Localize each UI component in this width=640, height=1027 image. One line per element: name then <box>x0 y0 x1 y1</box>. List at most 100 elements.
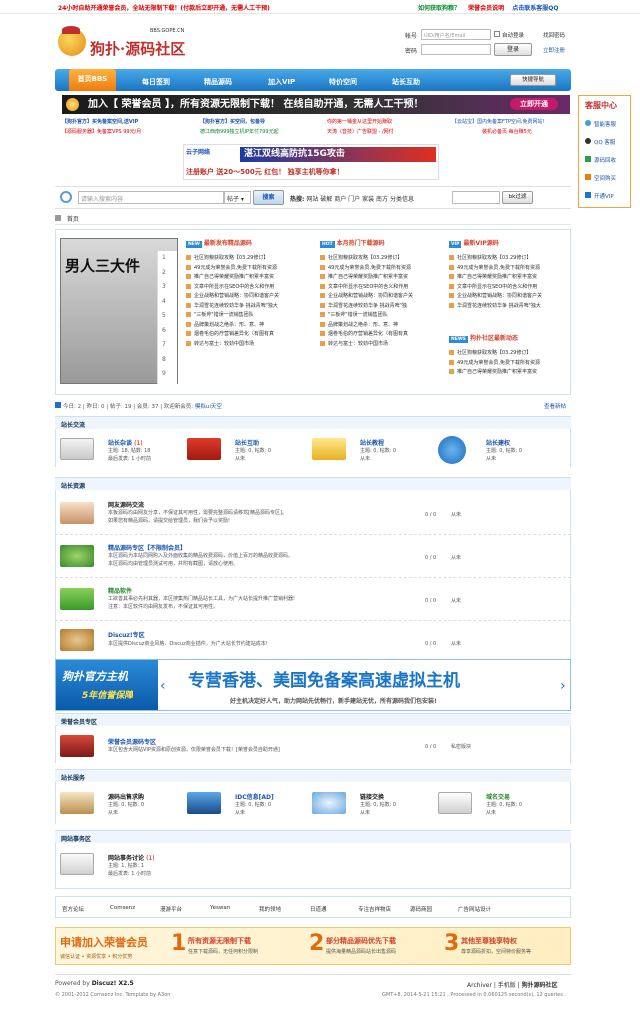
vip-banner[interactable]: 加入【 荣誉会员 】，所有资源无限制下载！ 在线自助开通，无需人工干预！ <box>62 95 570 114</box>
hot-link[interactable]: 商户 <box>334 196 346 203</box>
list-item[interactable]: 华润雪花连续较劲华争 挑战青啤"独大 <box>449 302 567 312</box>
list-item[interactable]: 企业战略和营销战略：协同和谐客户关 <box>449 292 567 302</box>
ad-link[interactable]: 天涛（音技）广告联盟 - /网付 <box>327 128 394 135</box>
ad-link[interactable]: 【源码服务器】免备案VPS 99元/月 <box>62 128 141 135</box>
hot-link[interactable]: 网站 <box>306 196 318 203</box>
list-item[interactable]: 转达与富士：较劲中国市场 <box>186 340 314 350</box>
list-item[interactable]: 社区狗粮获取攻略【03.29修订】 <box>186 254 314 264</box>
list-item[interactable]: 转达与富士：较劲中国市场 <box>320 340 442 350</box>
list-item[interactable]: 推广自己得荣耀奖励推广积累丰富资 <box>186 273 314 283</box>
hot-link[interactable]: 南方 <box>376 196 388 203</box>
section-header[interactable]: 站长资源 <box>55 477 571 490</box>
hot-link[interactable]: 分类信息 <box>390 196 414 203</box>
sidebar-item-recycle[interactable]: 源码回收 <box>585 156 616 164</box>
friend-link[interactable]: Yeswan <box>210 905 230 911</box>
list-item[interactable]: 社区狗粮获取攻略【03.29修订】 <box>320 254 442 264</box>
list-item[interactable]: 华润雪花连续较劲华争 挑战青啤"独 <box>320 302 442 312</box>
forum-title[interactable]: 精品源码专区【不限制会员】 <box>108 543 186 552</box>
list-item[interactable]: 文章中所显示在SEO中的含义和作用 <box>449 283 567 293</box>
hosting-ad[interactable]: 云子网络 湛江双线高防抗15G攻击 注册账户 送20～500元 红包！ 独享主机… <box>183 144 439 180</box>
login-button[interactable]: 登录 <box>494 43 532 56</box>
filter-button[interactable]: bk过滤 <box>502 191 533 204</box>
mobile-link[interactable]: 手机版 <box>498 982 516 989</box>
list-item[interactable]: 推广自己得荣耀奖励推广积累丰富资 <box>320 273 442 283</box>
list-item[interactable]: 品牌策划战之绝杀：形、意、神 <box>186 321 314 331</box>
sidebar-item-smart[interactable]: 智能客服 <box>585 120 616 128</box>
friend-link[interactable]: 日道通 <box>310 905 327 913</box>
ad-link[interactable]: 装机必备页 每台赚5元 <box>482 128 532 135</box>
list-item[interactable]: "三板斧"错误一流销售团队 <box>186 311 314 321</box>
vip-info-link[interactable]: 荣誉会员说明 <box>468 5 504 12</box>
ad-link[interactable]: 你的第一桶金从这里开始赚取 <box>327 118 392 125</box>
open-now-button[interactable]: 立即开通 <box>510 98 558 110</box>
ad-link[interactable]: 德江西南999独立机IP年付799元起 <box>200 128 279 135</box>
sidebar-item-qq[interactable]: QQ 客服 <box>585 138 615 146</box>
list-item[interactable]: 文章中所显示在SEO中的含义和作用 <box>186 283 314 293</box>
forum-title[interactable]: 域名交易 <box>486 792 510 801</box>
friend-link[interactable]: 漫游平台 <box>160 905 182 913</box>
hot-link[interactable]: 家装 <box>362 196 374 203</box>
new-posts-link[interactable]: 查看新帖 <box>544 402 566 410</box>
list-item[interactable]: 华润雪花连续较劲华争 挑战青啤"独大 <box>186 302 314 312</box>
archiver-link[interactable]: Archiver <box>467 982 492 989</box>
join-vip-banner[interactable]: 申请加入荣誉会员 诚信认证 • 资源优享 • 积分优势 1 所有资源无限制下载 … <box>55 927 571 965</box>
forgot-password-link[interactable]: 找回密码 <box>543 31 565 39</box>
register-link[interactable]: 立即注册 <box>543 46 565 54</box>
list-item[interactable]: 社区狗粮获取攻略【03.29修订】 <box>449 254 567 264</box>
breadcrumb-home[interactable]: 首页 <box>67 216 79 223</box>
list-item[interactable]: 49元成为荣誉会员,免费下载所有资源 <box>449 264 567 274</box>
list-item[interactable]: 文章中所显示在SEO中的含义和作用 <box>320 283 442 293</box>
forum-title[interactable]: 链接交换 <box>360 792 384 801</box>
nav-checkin[interactable]: 每日签到 <box>142 77 170 87</box>
nav-special[interactable]: 特价空间 <box>329 77 357 87</box>
list-item[interactable]: 烟卷毛伯的疗营销差异化（有图有真 <box>320 330 442 340</box>
list-item[interactable]: "三板斧"错误一流销售团队 <box>320 311 442 321</box>
list-item[interactable]: 49元成为荣誉会员,免费下载所有资源 <box>449 359 567 369</box>
prev-arrow-icon[interactable]: ‹ <box>160 678 168 694</box>
friend-link[interactable]: 我的领地 <box>259 905 281 913</box>
forum-title[interactable]: 站长互助 <box>235 438 259 447</box>
password-input[interactable] <box>421 44 491 55</box>
newest-member-link[interactable]: 模拟ui天空 <box>195 404 222 410</box>
section-header[interactable]: 荣誉会员专区 <box>55 713 571 726</box>
nav-source[interactable]: 精品源码 <box>204 77 232 87</box>
section-header[interactable]: 网站事务区 <box>55 830 571 843</box>
list-item[interactable]: 社区狗粮获取攻略【03.29修订】 <box>449 349 567 359</box>
list-item[interactable]: 推广自己得荣耀奖励推广积累丰富资 <box>449 273 567 283</box>
hot-link[interactable]: 门户 <box>348 196 360 203</box>
hot-link[interactable]: 破解 <box>320 196 332 203</box>
search-input[interactable]: 请输入搜索内容 <box>78 191 224 204</box>
section-header[interactable]: 站长服务 <box>55 769 571 782</box>
forum-title[interactable]: 站长建权 <box>486 438 510 447</box>
contact-qq-link[interactable]: 点击联系客服QQ <box>512 5 558 12</box>
friend-link[interactable]: 官方论坛 <box>62 905 84 913</box>
list-item[interactable]: 企业战略和营销战略：协同和谐客户关 <box>186 292 314 302</box>
forum-title[interactable]: Discuz!专区 <box>108 630 145 639</box>
friend-link[interactable]: 源码商园 <box>410 905 432 913</box>
nav-vip[interactable]: 加入VIP <box>268 77 295 87</box>
search-scope-select[interactable]: 帖子 ▾ <box>224 191 251 204</box>
forum-title[interactable]: 站长教程 <box>360 438 384 447</box>
forum-title[interactable]: IDC信息[AD] <box>235 792 274 801</box>
list-item[interactable]: 推广自己得荣耀奖励推广积累丰富资 <box>449 368 567 378</box>
nav-home[interactable]: 首页BBS <box>69 69 116 91</box>
forum-title[interactable]: 网站事务讨论 (1) <box>108 853 155 862</box>
search-button[interactable]: 搜索 <box>253 190 284 205</box>
forum-title[interactable]: 站长杂谈 (1) <box>108 438 143 447</box>
site-logo[interactable]: 狗扑·源码社区 BBS.GOPE.CN <box>58 24 198 66</box>
account-input[interactable]: UID/用户名/Email <box>421 29 491 40</box>
nav-help[interactable]: 站长互助 <box>392 77 420 87</box>
ad-link[interactable]: 【狗扑官方】买空间，包备导 <box>200 118 265 125</box>
filter-input[interactable] <box>452 191 500 204</box>
forum-title[interactable]: 精品软件 <box>108 586 132 595</box>
next-arrow-icon[interactable]: › <box>560 678 568 694</box>
sidebar-item-hosting[interactable]: 空间购买 <box>585 174 616 182</box>
sidebar-item-vip[interactable]: 开通VIP <box>585 192 614 200</box>
section-header[interactable]: 站长交流 <box>55 416 571 429</box>
forum-title[interactable]: 源码出售求购 <box>108 792 144 801</box>
list-item[interactable]: 49元成为荣誉会员,免费下载所有资源 <box>186 264 314 274</box>
ad-link[interactable]: 【狗扑官方】买免备案空间,送VIP <box>62 118 138 125</box>
friend-link[interactable]: 专注吉祥物店 <box>358 905 391 913</box>
dog-food-link[interactable]: 如何获取狗粮？ <box>418 5 460 12</box>
friend-link[interactable]: 广告网站设计 <box>458 905 491 913</box>
